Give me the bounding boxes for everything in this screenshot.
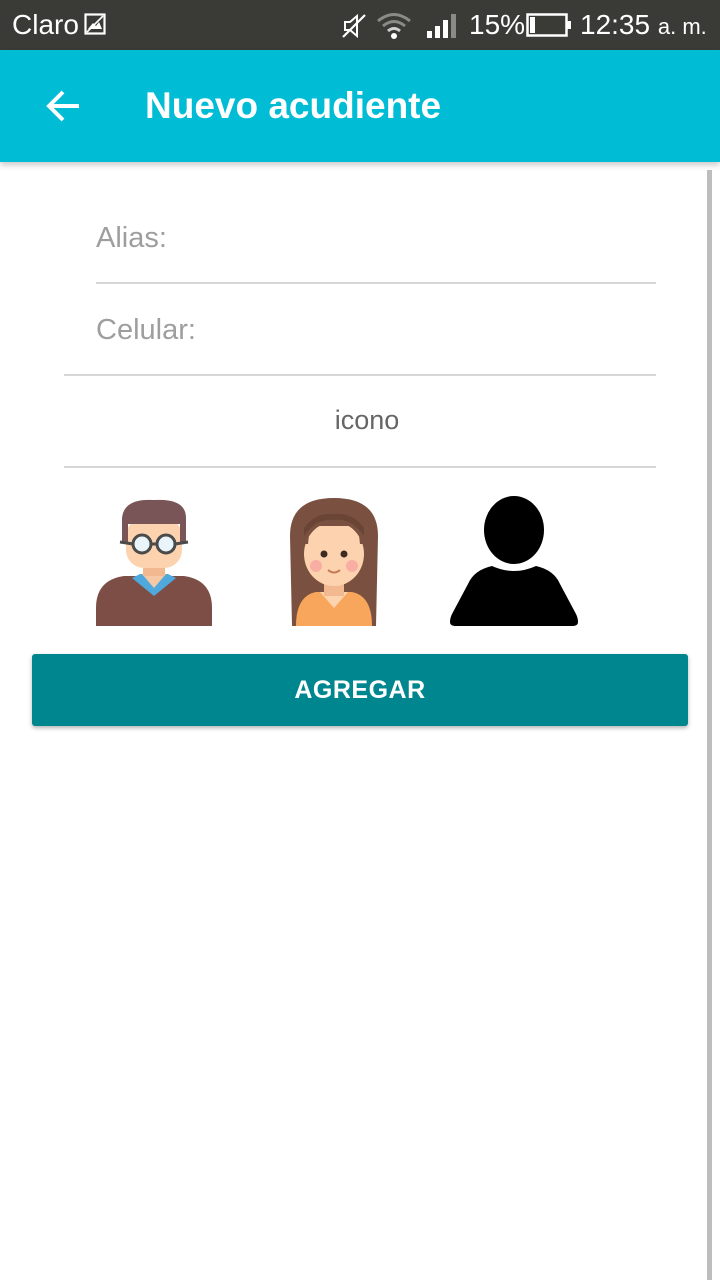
woman-avatar[interactable] bbox=[286, 496, 382, 626]
screen: Claro 15% 12:35 a. m. Nuevo acudiente Al… bbox=[0, 0, 720, 1280]
battery-percent: 15% bbox=[469, 9, 526, 40]
alias-input[interactable] bbox=[96, 218, 656, 258]
carrier-name: Claro bbox=[12, 9, 79, 40]
signal-icon bbox=[427, 14, 456, 38]
icon-section-label: icono bbox=[334, 405, 400, 435]
divider bbox=[64, 466, 656, 468]
clock-time: 12:35 bbox=[580, 9, 651, 40]
gallery-notification-icon bbox=[84, 13, 106, 35]
generic-person-avatar[interactable] bbox=[448, 496, 580, 626]
scrollbar[interactable] bbox=[707, 170, 712, 1280]
back-button[interactable] bbox=[32, 74, 96, 138]
battery-icon bbox=[526, 13, 571, 37]
clock-ampm: a. m. bbox=[657, 14, 707, 39]
app-bar: Nuevo acudiente bbox=[0, 50, 720, 162]
celular-field-container bbox=[96, 310, 656, 374]
page-title: Nuevo acudiente bbox=[145, 85, 442, 126]
mute-icon bbox=[342, 13, 366, 39]
status-bar: Claro 15% 12:35 a. m. bbox=[0, 0, 720, 50]
man-with-glasses-avatar[interactable] bbox=[94, 496, 214, 626]
celular-input[interactable] bbox=[96, 310, 656, 350]
clock: 12:35 a. m. bbox=[580, 9, 707, 43]
alias-field-container bbox=[96, 218, 656, 284]
celular-underline bbox=[64, 374, 656, 376]
add-button[interactable]: AGREGAR bbox=[32, 654, 688, 726]
wifi-icon bbox=[377, 13, 411, 39]
arrow-back-icon bbox=[46, 90, 79, 122]
